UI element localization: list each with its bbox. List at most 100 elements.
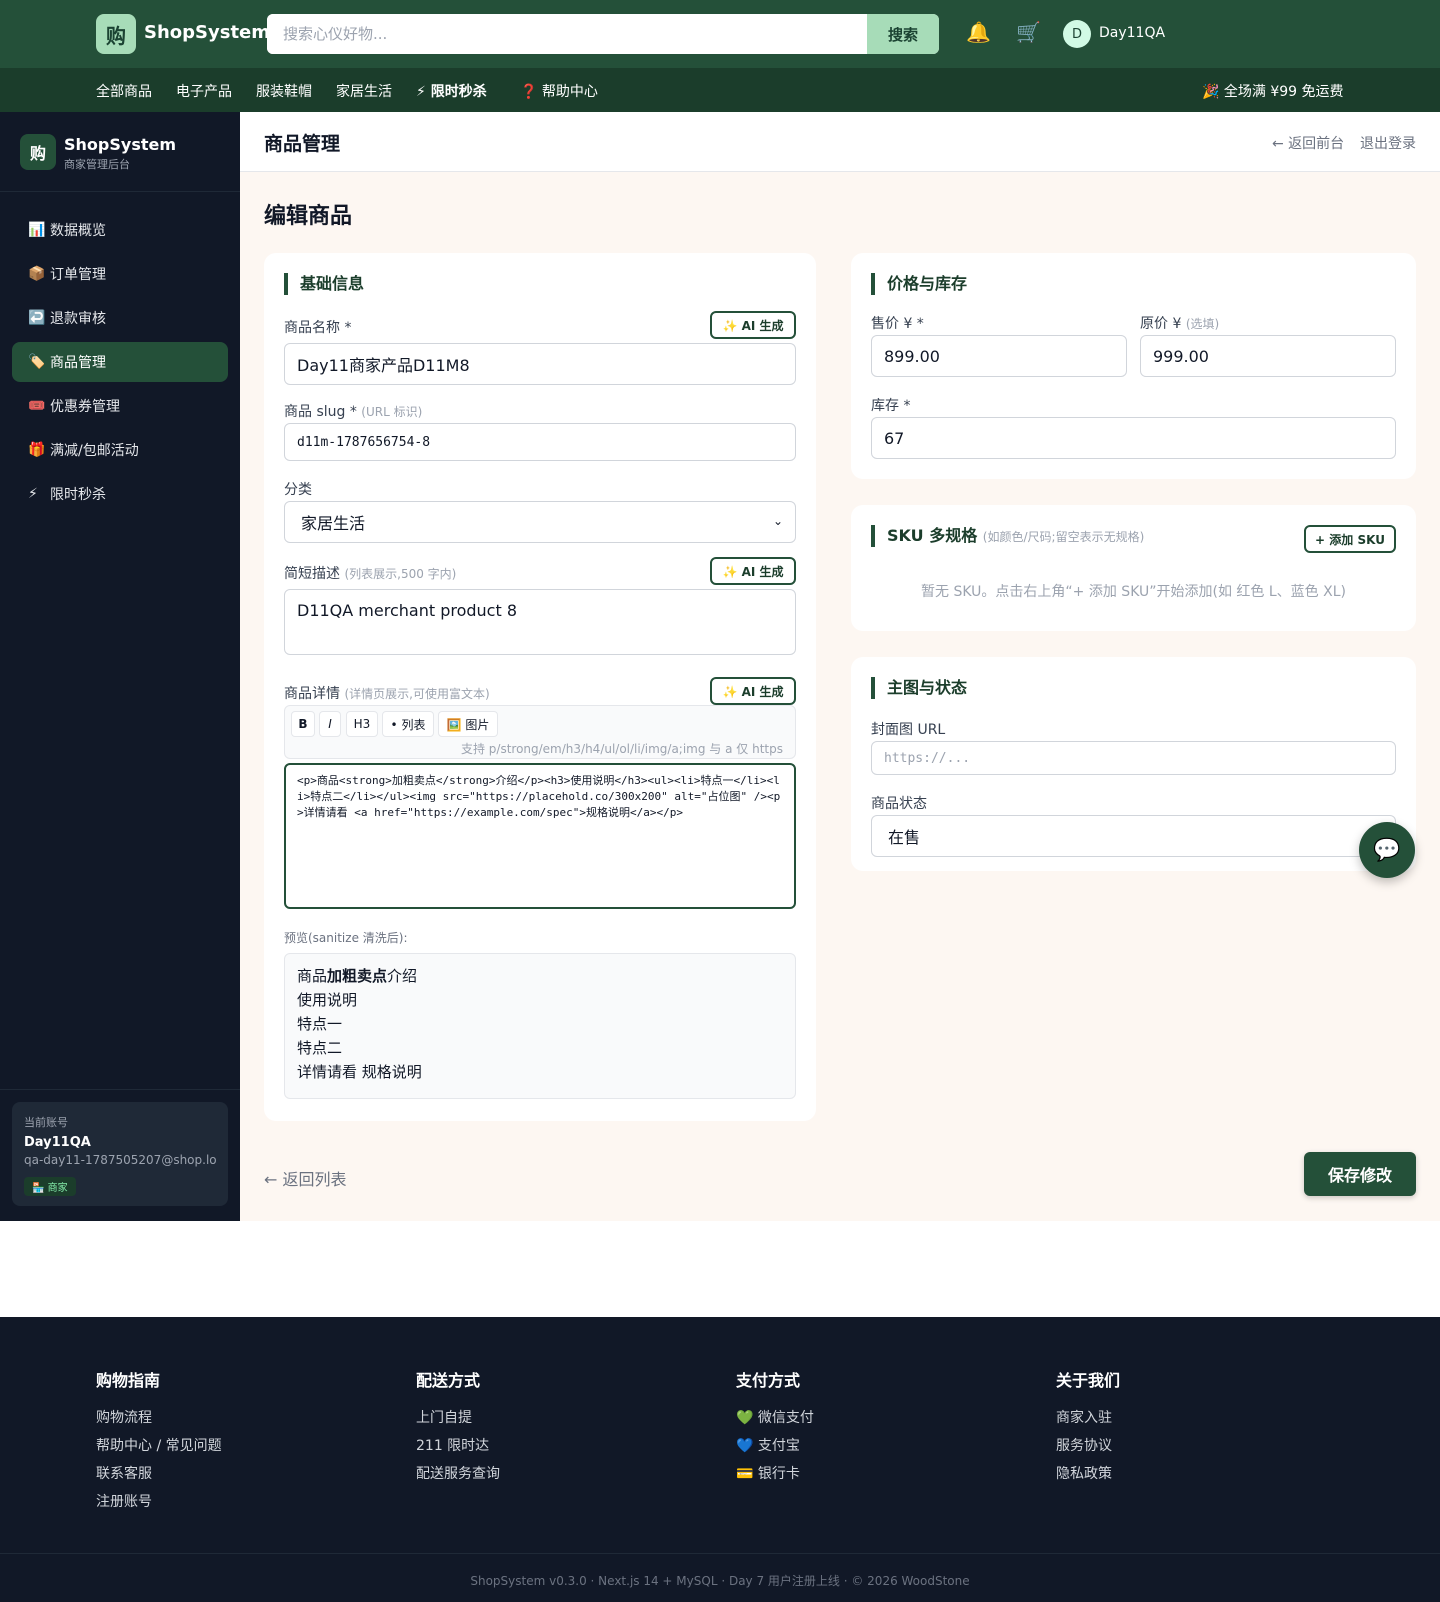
- footer-col-guide: 购物指南 购物流程 帮助中心 / 常见问题 联系客服 注册账号: [96, 1367, 222, 1519]
- search-button[interactable]: 搜索: [867, 14, 939, 54]
- detail-label: 商品详情 (详情页展示,可使用富文本): [284, 683, 490, 703]
- footer-link[interactable]: 注册账号: [96, 1491, 222, 1510]
- brand-name[interactable]: ShopSystem: [144, 22, 270, 43]
- return-icon: ↩️: [28, 310, 46, 326]
- short-desc-textarea[interactable]: D11QA merchant product 8: [284, 589, 796, 655]
- slug-input[interactable]: d11m-1787656754-8: [284, 423, 796, 461]
- ai-generate-short-button[interactable]: ✨ AI 生成: [710, 557, 796, 585]
- nav-item-electronics[interactable]: 电子产品: [176, 81, 232, 101]
- promo-banner: 🎉 全场满 ¥99 免运费: [1202, 84, 1344, 100]
- footer-col-delivery: 配送方式 上门自提 211 限时达 配送服务查询: [416, 1367, 500, 1491]
- sanitized-preview: 商品加粗卖点介绍 使用说明 特点一 特点二 详情请看 规格说明: [284, 953, 796, 1099]
- preview-label: 预览(sanitize 清洗后):: [284, 931, 408, 945]
- sidebar-item-refunds[interactable]: ↩️ 退款审核: [12, 298, 228, 338]
- nav-item-help[interactable]: ❓ 帮助中心: [520, 81, 598, 101]
- sidebar-item-orders[interactable]: 📦 订单管理: [12, 254, 228, 294]
- add-sku-button[interactable]: + 添加 SKU: [1304, 525, 1396, 553]
- sidebar-item-coupons[interactable]: 🎟️ 优惠券管理: [12, 386, 228, 426]
- search-input[interactable]: [267, 14, 867, 54]
- media-status-card: 主图与状态 封面图 URL https://... 商品状态 在售: [851, 657, 1416, 871]
- original-price-label-text: 原价 ¥: [1140, 316, 1182, 332]
- spec-link[interactable]: 规格说明: [362, 1063, 422, 1081]
- italic-button[interactable]: I: [319, 711, 341, 737]
- ai-generate-detail-button[interactable]: ✨ AI 生成: [710, 677, 796, 705]
- avatar[interactable]: D: [1063, 20, 1091, 48]
- footer-link[interactable]: 商家入驻: [1056, 1407, 1120, 1426]
- detail-hint: (详情页展示,可使用富文本): [344, 687, 490, 701]
- slug-label: 商品 slug * (URL 标识): [284, 401, 422, 421]
- sidebar-subtitle: 商家管理后台: [64, 158, 130, 171]
- nav-item-all[interactable]: 全部商品: [96, 81, 152, 101]
- image-button[interactable]: 🖼️ 图片: [438, 711, 498, 737]
- back-to-storefront-link[interactable]: ← 返回前台: [1272, 133, 1344, 153]
- sidebar-item-flash-sale[interactable]: ⚡ 限时秒杀: [12, 474, 228, 514]
- nav-item-clothing[interactable]: 服装鞋帽: [256, 81, 312, 101]
- list-button[interactable]: • 列表: [382, 711, 434, 737]
- bell-icon[interactable]: 🔔: [966, 20, 991, 44]
- cover-url-input[interactable]: https://...: [871, 741, 1396, 775]
- product-name-input[interactable]: Day11商家产品D11M8: [284, 343, 796, 385]
- sku-hint: (如颜色/尺码;留空表示无规格): [982, 530, 1145, 544]
- account-name: Day11QA: [24, 1135, 91, 1150]
- sku-card: SKU 多规格 (如颜色/尺码;留空表示无规格) + 添加 SKU 暂无 SKU…: [851, 505, 1416, 631]
- copyright: ShopSystem v0.3.0 · Next.js 14 + MySQL ·…: [470, 1574, 970, 1588]
- bold-button[interactable]: B: [291, 711, 315, 737]
- footer-heading: 支付方式: [736, 1371, 801, 1390]
- status-label: 商品状态: [871, 796, 927, 812]
- sidebar-item-label: 商品管理: [50, 355, 106, 371]
- role-badge: 🏪 商家: [24, 1177, 76, 1196]
- footer-col-about: 关于我们 商家入驻 服务协议 隐私政策: [1056, 1367, 1120, 1491]
- cover-url-label: 封面图 URL: [871, 722, 946, 738]
- cart-icon[interactable]: 🛒: [1016, 20, 1041, 44]
- category-select[interactable]: 家居生活 ⌄: [284, 501, 796, 543]
- sku-title: SKU 多规格: [887, 526, 978, 545]
- preview-line: 商品加粗卖点介绍: [297, 967, 418, 985]
- footer-link[interactable]: 联系客服: [96, 1463, 222, 1482]
- footer-link[interactable]: 💳 银行卡: [736, 1463, 814, 1482]
- card-title: 价格与库存: [871, 273, 967, 295]
- sidebar-divider: [0, 191, 240, 192]
- user-name[interactable]: Day11QA: [1099, 25, 1165, 41]
- search-bar: 搜索: [267, 14, 939, 54]
- sidebar-item-dashboard[interactable]: 📊 数据概览: [12, 210, 228, 250]
- main-header: 商品管理 ← 返回前台 退出登录: [240, 112, 1440, 172]
- save-button[interactable]: 保存修改: [1304, 1152, 1416, 1196]
- detail-html-textarea[interactable]: <p>商品<strong>加粗卖点</strong>介绍</p><h3>使用说明…: [284, 763, 796, 909]
- short-desc-label-text: 简短描述: [284, 566, 340, 582]
- sidebar-item-label: 优惠券管理: [50, 399, 120, 415]
- nav-item-flash-sale[interactable]: ⚡ 限时秒杀: [416, 81, 487, 101]
- stock-input[interactable]: 67: [871, 417, 1396, 459]
- ai-generate-name-button[interactable]: ✨ AI 生成: [710, 311, 796, 339]
- sidebar-item-label: 限时秒杀: [50, 487, 106, 503]
- footer-link[interactable]: 💚 微信支付: [736, 1407, 814, 1426]
- original-price-input[interactable]: 999.00: [1140, 335, 1396, 377]
- nav-item-home[interactable]: 家居生活: [336, 81, 392, 101]
- logo-icon[interactable]: 购: [96, 14, 136, 54]
- sidebar-item-promotions[interactable]: 🎁 满减/包邮活动: [12, 430, 228, 470]
- h3-button[interactable]: H3: [346, 711, 378, 737]
- logout-link[interactable]: 退出登录: [1360, 133, 1416, 153]
- admin-sidebar: 购 ShopSystem 商家管理后台 📊 数据概览 📦 订单管理 ↩️ 退款审…: [0, 112, 240, 1221]
- back-to-list-link[interactable]: ← 返回列表: [264, 1166, 347, 1190]
- footer-link[interactable]: 💙 支付宝: [736, 1435, 814, 1454]
- chat-icon[interactable]: 💬: [1359, 822, 1415, 878]
- footer-link[interactable]: 隐私政策: [1056, 1463, 1120, 1482]
- site-footer: 购物指南 购物流程 帮助中心 / 常见问题 联系客服 注册账号 配送方式 上门自…: [0, 1317, 1440, 1602]
- footer-link[interactable]: 帮助中心 / 常见问题: [96, 1435, 222, 1454]
- footer-link[interactable]: 购物流程: [96, 1407, 222, 1426]
- card-title: 主图与状态: [871, 677, 967, 699]
- footer-link[interactable]: 211 限时达: [416, 1435, 500, 1454]
- price-input[interactable]: 899.00: [871, 335, 1127, 377]
- status-select[interactable]: 在售: [871, 815, 1396, 857]
- original-price-hint: (选填): [1185, 317, 1220, 331]
- short-desc-label: 简短描述 (列表展示,500 字内): [284, 563, 456, 583]
- footer-link[interactable]: 上门自提: [416, 1407, 500, 1426]
- sidebar-item-label: 满减/包邮活动: [50, 443, 139, 459]
- account-card: 当前账号 Day11QA qa-day11-1787505207@shop.lo…: [12, 1102, 228, 1206]
- slug-label-text: 商品 slug *: [284, 404, 357, 420]
- top-header: 购 ShopSystem 搜索 🔔 🛒 D Day11QA: [0, 0, 1440, 68]
- footer-link[interactable]: 配送服务查询: [416, 1463, 500, 1482]
- footer-link[interactable]: 服务协议: [1056, 1435, 1120, 1454]
- sidebar-item-products[interactable]: 🏷️ 商品管理: [12, 342, 228, 382]
- preview-line: 详情请看 规格说明: [297, 1063, 422, 1081]
